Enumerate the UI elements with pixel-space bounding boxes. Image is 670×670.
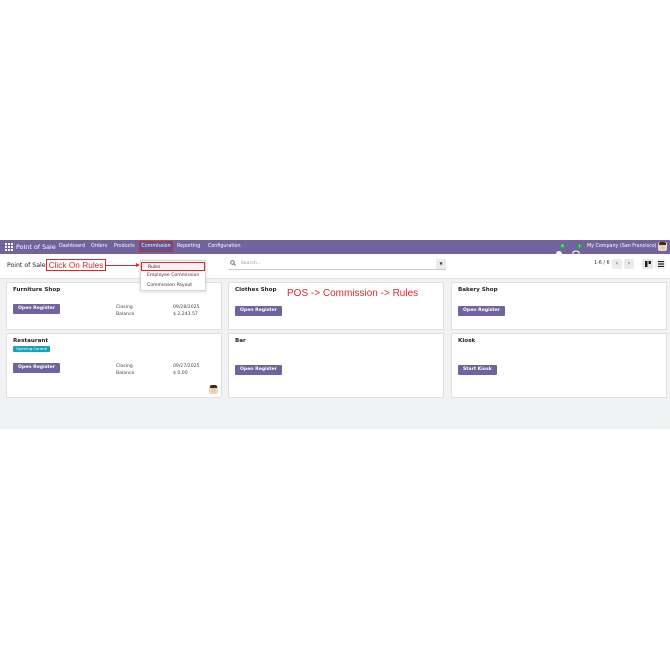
open-register-button[interactable]: Open Register bbox=[13, 363, 61, 373]
pos-card-restaurant: Restaurant Opening Control Open Register… bbox=[6, 333, 222, 398]
messages-icon[interactable]: 1 bbox=[572, 243, 582, 257]
closing-date: 09/27/2025 bbox=[173, 364, 200, 369]
pager-value: 1-6 / 6 bbox=[594, 261, 610, 266]
pos-card-bakery-shop: Bakery Shop Open Register bbox=[451, 282, 667, 330]
card-title: Bar bbox=[235, 338, 246, 344]
closing-date: 09/28/2025 bbox=[173, 305, 200, 310]
activity-icon[interactable]: 6 bbox=[555, 243, 565, 257]
pos-card-kiosk: Kiosk Start Kiosk bbox=[451, 333, 667, 398]
pager-previous-button[interactable]: ‹ bbox=[612, 259, 622, 269]
list-view-button[interactable] bbox=[655, 259, 666, 269]
pos-card-bar: Bar Open Register bbox=[228, 333, 444, 398]
card-title: Kiosk bbox=[458, 338, 476, 344]
start-kiosk-button[interactable]: Start Kiosk bbox=[458, 365, 497, 375]
menu-commission[interactable]: Commission bbox=[139, 241, 173, 252]
open-register-button[interactable]: Open Register bbox=[235, 306, 283, 316]
card-title: Restaurant bbox=[13, 338, 49, 344]
app-grid-icon[interactable] bbox=[5, 243, 13, 251]
dropdown-item-employee-commission[interactable]: Employee Commission bbox=[141, 271, 205, 280]
annotation-arrow-icon bbox=[106, 263, 140, 268]
commission-dropdown-menu: Rules Employee Commission Commission Pay… bbox=[140, 260, 206, 291]
pos-app: Point of Sale Dashboard Orders Products … bbox=[0, 240, 670, 429]
open-register-button[interactable]: Open Register bbox=[235, 365, 283, 375]
closing-label: Closing bbox=[116, 305, 133, 310]
app-title[interactable]: Point of Sale bbox=[16, 242, 56, 252]
top-navbar: Point of Sale Dashboard Orders Products … bbox=[0, 240, 670, 257]
balance-label: Balance bbox=[116, 371, 135, 376]
menu-dashboard[interactable]: Dashboard bbox=[59, 242, 85, 252]
card-title: Bakery Shop bbox=[458, 287, 498, 293]
open-register-button[interactable]: Open Register bbox=[13, 304, 61, 314]
dropdown-item-rules[interactable]: Rules bbox=[141, 262, 205, 271]
dropdown-item-commission-payout[interactable]: Commission Payout bbox=[141, 281, 205, 290]
company-switcher[interactable]: My Company (San Francisco) bbox=[587, 242, 657, 252]
annotation-path-label: POS -> Commission -> Rules bbox=[287, 288, 419, 299]
search-bar[interactable]: Search... ▼ bbox=[228, 259, 446, 270]
menu-reporting[interactable]: Reporting bbox=[177, 242, 200, 252]
menu-products[interactable]: Products bbox=[114, 242, 135, 252]
search-icon bbox=[230, 260, 236, 268]
menu-orders[interactable]: Orders bbox=[91, 242, 107, 252]
responsible-user-avatar[interactable] bbox=[209, 385, 218, 394]
annotation-click-label: Click On Rules bbox=[46, 259, 106, 271]
menu-configuration[interactable]: Configuration bbox=[208, 242, 241, 252]
search-input[interactable]: Search... bbox=[241, 261, 261, 266]
activity-count-badge: 6 bbox=[560, 244, 565, 249]
card-title: Furniture Shop bbox=[13, 287, 61, 293]
balance-value: $ 2,243.57 bbox=[173, 312, 198, 317]
pager-next-button[interactable]: › bbox=[624, 259, 634, 269]
message-count-badge: 1 bbox=[577, 244, 582, 249]
balance-label: Balance bbox=[116, 312, 135, 317]
open-register-button[interactable]: Open Register bbox=[458, 306, 506, 316]
user-avatar[interactable] bbox=[658, 242, 667, 251]
search-options-toggle[interactable]: ▼ bbox=[436, 259, 446, 269]
card-title: Clothes Shop bbox=[235, 287, 277, 293]
status-badge: Opening Control bbox=[13, 346, 50, 352]
kanban-view-button[interactable] bbox=[642, 259, 653, 269]
balance-value: $ 0.00 bbox=[173, 371, 188, 376]
breadcrumb: Point of Sale bbox=[7, 262, 46, 269]
closing-label: Closing bbox=[116, 364, 133, 369]
